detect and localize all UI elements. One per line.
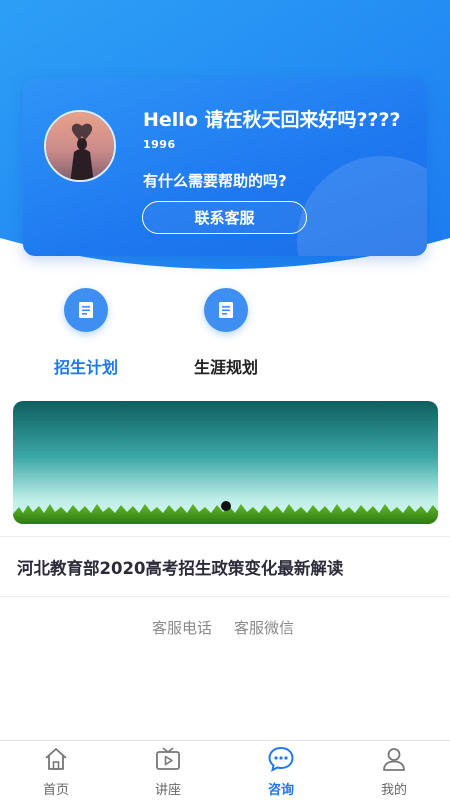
home-icon <box>45 748 67 770</box>
menu-item-career-planning[interactable]: 生涯规划 <box>166 288 286 378</box>
tab-mine[interactable]: 我的 <box>338 741 450 800</box>
carousel-indicator-dot[interactable] <box>221 501 231 511</box>
tab-home[interactable]: 首页 <box>0 741 112 800</box>
profile-card: Hello 请在秋天回来好吗???? 1996 有什么需要帮助的吗? 联系客服 <box>23 78 427 256</box>
news-headline[interactable]: 河北教育部2020高考招生政策变化最新解读 <box>17 555 343 579</box>
chat-bubble-icon <box>268 746 294 772</box>
menu-label-enrollment-plan: 招生计划 <box>53 358 118 377</box>
tab-lectures[interactable]: 讲座 <box>112 741 224 800</box>
service-wechat-link[interactable]: 客服微信 <box>234 617 294 638</box>
profile-subtitle: 1996 <box>143 138 176 151</box>
service-phone-link[interactable]: 客服电话 <box>152 617 212 638</box>
divider <box>0 536 450 537</box>
avatar-image <box>46 112 114 180</box>
tv-play-icon <box>156 747 180 770</box>
menu-label-career-planning: 生涯规划 <box>193 358 258 377</box>
bottom-tab-bar: 首页 讲座 咨询 我的 <box>0 740 450 800</box>
tab-consult[interactable]: 咨询 <box>225 741 337 800</box>
tab-label-mine: 我的 <box>380 783 407 798</box>
tab-label-home: 首页 <box>42 783 69 798</box>
avatar[interactable] <box>44 110 116 182</box>
user-icon <box>383 748 405 771</box>
document-icon <box>204 288 248 332</box>
tab-label-lectures: 讲座 <box>154 783 181 798</box>
banner-carousel[interactable] <box>13 401 438 524</box>
help-question: 有什么需要帮助的吗? <box>143 172 287 190</box>
menu-item-enrollment-plan[interactable]: 招生计划 <box>26 288 146 378</box>
decorative-circle <box>297 156 427 256</box>
greeting-text: Hello 请在秋天回来好吗???? <box>143 109 401 131</box>
tab-label-consult: 咨询 <box>267 783 294 798</box>
document-icon <box>64 288 108 332</box>
contact-service-button[interactable]: 联系客服 <box>142 201 307 234</box>
divider <box>0 596 450 597</box>
header: Hello 请在秋天回来好吗???? 1996 有什么需要帮助的吗? 联系客服 <box>0 0 450 275</box>
